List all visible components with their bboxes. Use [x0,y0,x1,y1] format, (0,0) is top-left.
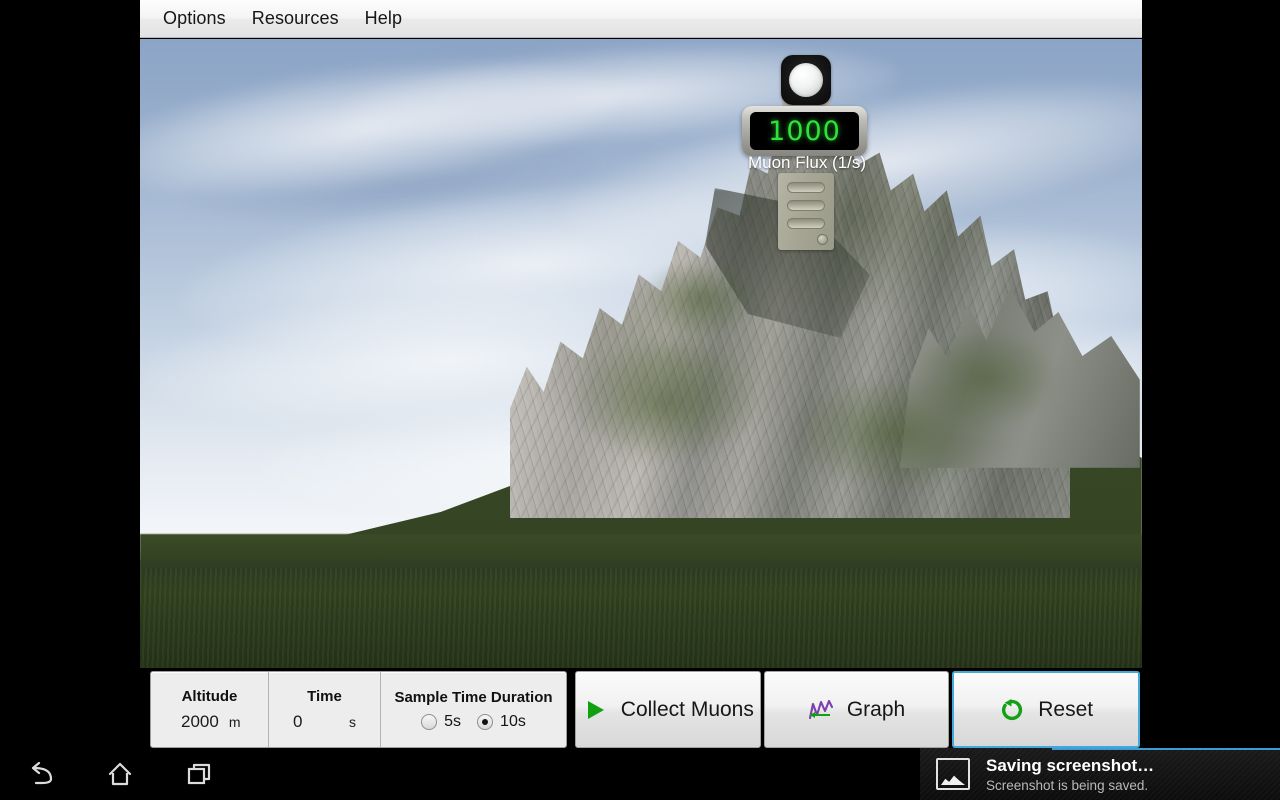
reset-label: Reset [1038,697,1094,721]
detector-slot [787,218,825,229]
collect-muons-label: Collect Muons [620,697,754,721]
moss-patch [570,338,760,468]
muon-detector[interactable]: 1000 Muon Flux (1/s) [740,50,870,250]
altitude-title: Altitude [181,687,238,705]
back-icon[interactable] [17,751,63,797]
grass-ridge [140,534,1142,568]
time-row: 0 s [279,712,370,732]
notification-accent-line [1052,748,1280,750]
notification-subtitle: Screenshot is being saved. [986,777,1149,793]
home-icon[interactable] [97,751,143,797]
moss-patch [910,328,1060,428]
time-value: 0 [293,711,303,731]
readout-time: Time 0 s [269,672,381,747]
notification-title: Saving screenshot… [986,755,1155,775]
graph-button[interactable]: Graph [763,671,950,748]
detector-body [778,173,834,250]
menu-help[interactable]: Help [354,5,413,32]
detector-slot [787,182,825,193]
detector-lcd: 1000 [750,112,859,150]
sample-time-duration: Sample Time Duration 5s 10s [381,672,566,747]
screenshot-notification[interactable]: Saving screenshot… Screenshot is being s… [920,748,1280,800]
detector-lens [789,63,823,97]
image-icon-shape [941,775,965,785]
altitude-row: 2000 m [161,712,258,732]
android-navigation-bar: Saving screenshot… Screenshot is being s… [0,748,1280,800]
recents-icon[interactable] [177,751,223,797]
detector-knob [817,234,828,245]
radio-icon-10s[interactable] [477,713,494,730]
sample-time-options: 5s 10s [391,713,556,731]
moss-patch [640,258,760,338]
detector-sensor-icon [781,55,831,105]
graph-label: Graph [846,697,906,721]
play-icon [582,697,608,723]
control-panel: Altitude 2000 m Time 0 s Sample Time Dur… [140,669,1142,752]
grass-foreground [140,568,1142,668]
simulation-viewport[interactable]: 1000 Muon Flux (1/s) [140,39,1142,668]
time-title: Time [307,687,342,705]
altitude-unit: m [228,713,241,730]
readout-group: Altitude 2000 m Time 0 s Sample Time Dur… [150,671,567,748]
altitude-value: 2000 [181,711,219,731]
radio-label-5s: 5s [444,712,462,730]
reset-icon [999,697,1025,723]
muon-flux-value: 1000 [768,115,841,147]
detector-slot [787,200,825,211]
app-window: Options Resources Help 1000 Muon Flux (1… [140,0,1142,752]
detector-display-bezel: 1000 [742,106,867,156]
menu-resources[interactable]: Resources [241,5,350,32]
menu-bar: Options Resources Help [140,0,1142,38]
radio-option-5s[interactable]: 5s [421,713,461,731]
radio-label-10s: 10s [500,712,526,730]
action-buttons: Collect Muons Graph Reset [567,669,1142,752]
image-icon [936,758,970,790]
nav-buttons [0,748,240,800]
graph-icon [808,697,834,723]
menu-options[interactable]: Options [152,5,237,32]
sample-time-title: Sample Time Duration [394,688,553,706]
reset-button[interactable]: Reset [952,671,1141,748]
notification-text: Saving screenshot… Screenshot is being s… [986,756,1154,793]
readout-altitude: Altitude 2000 m [151,672,269,747]
radio-icon-5s[interactable] [421,713,438,730]
time-unit: s [349,713,356,730]
collect-muons-button[interactable]: Collect Muons [575,671,761,748]
radio-option-10s[interactable]: 10s [477,713,526,731]
screen: Options Resources Help 1000 Muon Flux (1… [0,0,1280,800]
muon-flux-label: Muon Flux (1/s) [747,153,867,172]
